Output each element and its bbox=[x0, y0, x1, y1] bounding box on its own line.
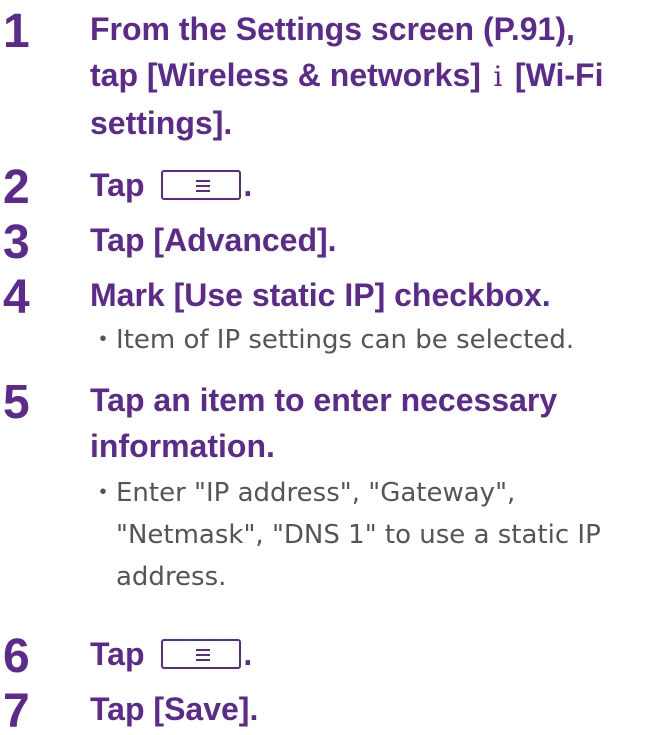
step-title-segment: . bbox=[243, 167, 253, 203]
menu-key-icon bbox=[161, 170, 242, 200]
step-title-segment: tap [Wireless & networks] bbox=[90, 57, 481, 93]
step-note: ・Enter "IP address", "Gateway", "Netmask… bbox=[90, 472, 660, 598]
step-title: Tap . bbox=[90, 162, 656, 208]
step-title-line: Tap an item to enter necessary bbox=[90, 382, 558, 418]
note-line: ・Enter "IP address", "Gateway", bbox=[90, 472, 660, 514]
step-number: 5 bbox=[3, 376, 30, 429]
note-text: Enter "IP address", "Gateway", bbox=[116, 478, 516, 508]
step-number: 3 bbox=[3, 216, 30, 269]
bullet: ・ bbox=[90, 478, 117, 508]
step-number: 7 bbox=[3, 685, 30, 735]
step-title-segment: . bbox=[243, 636, 253, 672]
step-title-segment: Tap bbox=[90, 636, 145, 672]
step-number: 2 bbox=[3, 161, 30, 214]
bullet: ・ bbox=[90, 325, 117, 355]
step-title-segment: [Wi-Fi bbox=[514, 57, 604, 93]
step-title-line: From the Settings screen (P.91), bbox=[90, 11, 575, 47]
step-note: ・Item of IP settings can be selected. bbox=[90, 319, 660, 361]
step-number: 6 bbox=[3, 630, 30, 683]
step-title-segment: Tap bbox=[90, 167, 145, 203]
step-title-line: information. bbox=[90, 428, 275, 464]
note-line: "Netmask", "DNS 1" to use a static IP bbox=[116, 520, 601, 550]
step-title: Mark [Use static IP] checkbox. bbox=[90, 277, 551, 313]
menu-key-icon bbox=[161, 639, 242, 669]
step-number: 4 bbox=[3, 271, 30, 324]
note-line: address. bbox=[116, 562, 227, 592]
step-title-line: tap [Wireless & networks] i [Wi-Fi bbox=[90, 52, 656, 100]
step-title: Tap an item to enter necessary informati… bbox=[90, 377, 656, 469]
note-text: Item of IP settings can be selected. bbox=[116, 325, 575, 355]
step-title: Tap [Save]. bbox=[90, 691, 259, 727]
step-title: Tap . bbox=[90, 631, 656, 677]
step-title-line: settings]. bbox=[90, 105, 233, 141]
step-title: Tap [Advanced]. bbox=[90, 222, 337, 258]
step-title: From the Settings screen (P.91), tap [Wi… bbox=[90, 6, 656, 146]
arrow-icon: i bbox=[493, 60, 503, 93]
step-number: 1 bbox=[3, 5, 30, 58]
